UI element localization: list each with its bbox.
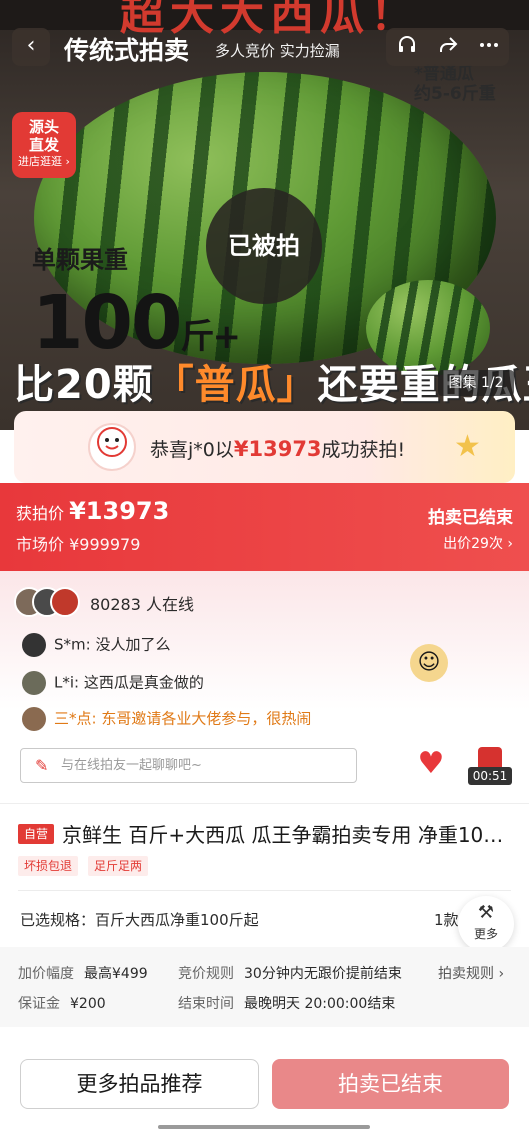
bottom-action-bar: 更多拍品推荐 拍卖已结束 [0, 1033, 529, 1130]
market-price-row: 市场价 ¥999979 [16, 531, 140, 555]
source-badge-line1: 源头 [28, 118, 59, 136]
more-recommendations-button[interactable]: 更多拍品推荐 [20, 1059, 259, 1109]
home-indicator [158, 1125, 370, 1129]
chat-input[interactable]: ✎ 与在线拍友一起聊聊吧~ [20, 748, 357, 783]
auction-status: 拍卖已结束 [428, 508, 513, 528]
source-direct-badge[interactable]: 源头 直发 进店逛逛 › [12, 112, 76, 178]
win-prefix: 恭喜j*0以 [150, 439, 234, 461]
headset-icon[interactable] [396, 34, 418, 61]
spec-quantity: 1款 [434, 911, 459, 929]
nav-action-group [386, 28, 509, 66]
chat-user: L*i: [54, 673, 80, 692]
increment-value: 最高¥499 [84, 966, 148, 982]
product-title[interactable]: 京鲜生 百斤+大西瓜 瓜王争霸拍卖专用 净重100斤起 [62, 819, 512, 848]
star-icon: ★ [454, 429, 481, 464]
chat-text: 没人加了么 [95, 635, 171, 654]
product-info: 自营 京鲜生 百斤+大西瓜 瓜王争霸拍卖专用 净重100斤起 坏损包退 足斤足两… [0, 803, 529, 940]
deposit-value: ¥200 [70, 996, 106, 1012]
page-subtitle: 多人竞价 实力捡漏 [215, 42, 340, 60]
win-price: ¥13973 [233, 437, 322, 461]
service-tag: 足斤足两 [88, 856, 149, 876]
online-avatars [14, 587, 80, 617]
mascot-icon [88, 423, 136, 471]
final-price-value: ¥13973 [69, 497, 170, 525]
auction-page: 超大大西瓜！ *普通瓜 约5-6斤重 源头 直发 进店逛逛 › 已被拍 单颗果重… [0, 0, 529, 1130]
weight-label: 单颗果重 [32, 246, 128, 274]
auction-ended-button[interactable]: 拍卖已结束 [272, 1059, 509, 1109]
source-badge-line2: 直发 [28, 136, 59, 154]
chat-text: 这西瓜是真金做的 [83, 673, 204, 692]
chat-text: 东哥邀请各业大佬参与，很热闹 [101, 709, 312, 728]
win-announcement-banner: 恭喜j*0以¥13973成功获拍! ★ [14, 411, 515, 483]
end-time-value: 最晚明天 20:00:00结束 [244, 996, 396, 1012]
bid-rule: 竞价规则 30分钟内无跟价提前结束 [178, 963, 402, 983]
chat-message: L*i: 这西瓜是真金做的 [22, 671, 204, 695]
market-price-label: 市场价 [16, 535, 65, 554]
chat-message: 三*点: 东哥邀请各业大佬参与，很热闹 [22, 707, 311, 731]
hero-note-line1: *普通瓜 [414, 64, 474, 84]
chat-user: 三*点: [54, 709, 97, 728]
share-icon[interactable] [437, 34, 459, 61]
hero-note: *普通瓜 约5-6斤重 [414, 64, 496, 104]
service-tag: 坏损包退 [18, 856, 79, 876]
deposit-rule: 保证金 ¥200 [18, 993, 106, 1013]
increment-rule: 加价幅度 最高¥499 [18, 963, 148, 983]
final-price-row: 获拍价 ¥13973 [16, 497, 169, 525]
gallery-counter[interactable]: 图集 1/2 [438, 370, 514, 396]
spec-row[interactable]: 已选规格：百斤大西瓜净重100斤起 [20, 909, 259, 930]
spec-value: 百斤大西瓜净重100斤起 [95, 911, 259, 929]
win-suffix: 成功获拍! [321, 439, 406, 461]
chat-message: S*m: 没人加了么 [22, 633, 170, 657]
video-thumbnail[interactable]: 00:51 [468, 747, 512, 787]
auction-rules: 加价幅度 最高¥499 竞价规则 30分钟内无跟价提前结束 拍卖规则 › 保证金 ¥2… [0, 947, 529, 1027]
more-label: 更多 [473, 927, 498, 941]
slogan-prefix: 比20颗 [14, 362, 154, 408]
spec-label: 已选规格： [20, 911, 96, 929]
back-button[interactable]: ‹ [12, 28, 50, 66]
end-time-rule: 结束时间 最晚明天 20:00:00结束 [178, 993, 395, 1013]
bid-count-link[interactable]: 出价29次 › [443, 533, 513, 553]
live-chat-section: 80283 人在线 S*m: 没人加了么 L*i: 这西瓜是真金做的 三*点: … [0, 571, 529, 803]
avatar [22, 633, 46, 657]
deposit-label: 保证金 [18, 996, 60, 1012]
final-price-label: 获拍价 [16, 504, 65, 523]
hammer-icon: ⚒ [477, 902, 495, 923]
page-title: 传统式拍卖 [64, 36, 190, 65]
weight-unit: 斤+ [180, 317, 240, 357]
smile-emoji-icon[interactable]: ☺ [410, 644, 448, 682]
avatar [22, 707, 46, 731]
price-bar: 获拍价 ¥13973 市场价 ¥999979 拍卖已结束 出价29次 › [0, 483, 529, 571]
video-duration: 00:51 [468, 767, 512, 785]
market-price-value: ¥999979 [69, 535, 141, 554]
hero-note-line2: 约5-6斤重 [414, 84, 496, 104]
visit-store-link[interactable]: 进店逛逛 › [12, 154, 76, 170]
more-icon[interactable] [478, 34, 500, 61]
increment-label: 加价幅度 [18, 966, 74, 982]
win-message: 恭喜j*0以¥13973成功获拍! [150, 435, 405, 462]
chat-input-placeholder: 与在线拍友一起聊聊吧~ [61, 758, 202, 773]
avatar [50, 587, 80, 617]
bid-rule-label: 竞价规则 [178, 966, 234, 982]
bid-rule-value: 30分钟内无跟价提前结束 [244, 966, 402, 982]
end-time-label: 结束时间 [178, 996, 234, 1012]
pen-icon: ✎ [35, 756, 49, 775]
chat-user: S*m: [54, 635, 91, 654]
self-operated-badge: 自营 [18, 824, 54, 844]
avatar [22, 671, 46, 695]
auction-rules-link[interactable]: 拍卖规则 › [438, 963, 504, 983]
like-heart-icon[interactable]: ♥ [414, 747, 448, 781]
slogan-highlight: 「普瓜」 [153, 362, 318, 408]
back-icon: ‹ [26, 33, 36, 58]
divider [18, 890, 511, 891]
online-count: 80283 人在线 [90, 595, 194, 614]
more-floating-button[interactable]: ⚒ 更多 [458, 896, 514, 952]
